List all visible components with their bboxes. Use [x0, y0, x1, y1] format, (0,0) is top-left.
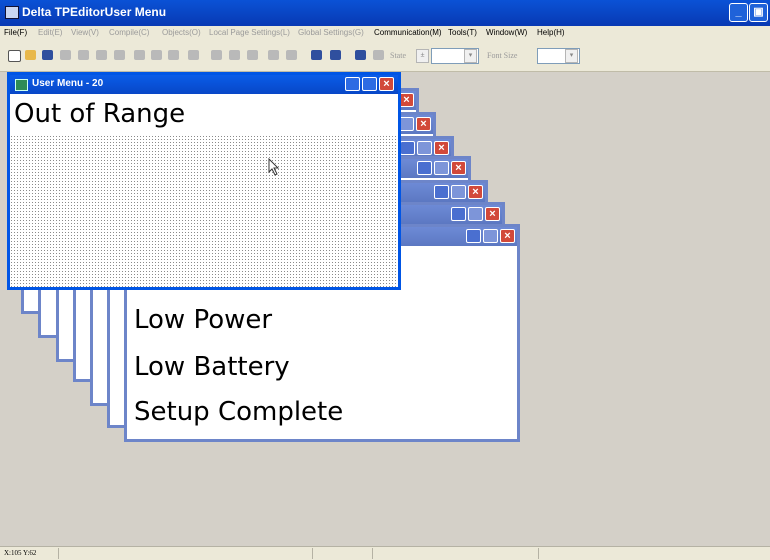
cursor-coordinates: X:105 Y:62	[4, 549, 37, 557]
align-left-icon[interactable]	[268, 50, 279, 60]
user-menu-20-window[interactable]: User Menu - 20 × Out of Range	[7, 72, 401, 290]
menu-help[interactable]: Help(H)	[537, 28, 565, 37]
close-icon[interactable]: ×	[434, 141, 449, 155]
state-dropdown-icon[interactable]: ▾	[464, 49, 477, 63]
maximize-icon[interactable]	[399, 117, 414, 131]
close-icon[interactable]: ×	[379, 77, 394, 91]
lcd-text: Out of Range	[14, 99, 186, 129]
maximize-icon[interactable]	[483, 229, 498, 243]
copy-icon[interactable]	[151, 50, 162, 60]
app-titlebar: Delta TPEditorUser Menu _ ▣	[0, 0, 770, 26]
close-icon[interactable]: ×	[399, 93, 414, 107]
minimize-icon[interactable]	[434, 185, 449, 199]
state-label: State	[390, 51, 406, 60]
menu-objects[interactable]: Objects(O)	[162, 28, 201, 37]
new-file-icon[interactable]	[8, 50, 21, 62]
align-right-icon[interactable]	[286, 50, 297, 60]
app-title: Delta TPEditorUser Menu	[22, 5, 167, 19]
disc-icon[interactable]	[96, 50, 107, 60]
menu-edit[interactable]: Edit(E)	[38, 28, 62, 37]
menu-global-settings[interactable]: Global Settings(G)	[298, 28, 364, 37]
menubar: File(F) Edit(E) View(V) Compile(C) Objec…	[0, 26, 770, 41]
minimize-icon[interactable]	[451, 207, 466, 221]
zoom-out-icon[interactable]	[330, 50, 341, 60]
forward-icon[interactable]	[373, 50, 384, 60]
minimize-icon[interactable]	[417, 161, 432, 175]
grid-icon[interactable]	[247, 50, 258, 60]
page-icon[interactable]	[211, 50, 222, 60]
lcd-canvas[interactable]	[10, 135, 398, 287]
font-size-label: Font Size	[487, 51, 518, 60]
state-spinner[interactable]: ±	[416, 49, 429, 63]
maximize-icon[interactable]	[468, 207, 483, 221]
maximize-icon[interactable]: ▣	[749, 3, 768, 22]
menu-window[interactable]: Window(W)	[486, 28, 527, 37]
app-icon	[5, 6, 19, 19]
status-cell	[538, 548, 770, 559]
close-icon[interactable]: ×	[451, 161, 466, 175]
status-cell	[58, 548, 313, 559]
paste-icon[interactable]	[168, 50, 179, 60]
print-icon[interactable]	[60, 50, 71, 60]
menu-file[interactable]: File(F)	[4, 28, 27, 37]
close-icon[interactable]: ×	[485, 207, 500, 221]
window-title: User Menu - 20	[32, 78, 104, 89]
status-cell	[372, 548, 539, 559]
open-folder-icon[interactable]	[25, 50, 36, 60]
cut-icon[interactable]	[134, 50, 145, 60]
save-icon[interactable]	[42, 50, 53, 60]
menu-local-page-settings[interactable]: Local Page Settings(L)	[209, 28, 290, 37]
status-bar: X:105 Y:62	[0, 546, 770, 560]
toolbar: State ± ▾ Font Size ▾	[0, 41, 770, 72]
disk-icon[interactable]	[78, 50, 89, 60]
close-icon[interactable]: ×	[416, 117, 431, 131]
window-icon	[15, 79, 28, 91]
menu-view[interactable]: View(V)	[71, 28, 99, 37]
minimize-icon[interactable]	[400, 141, 415, 155]
menu-compile[interactable]: Compile(C)	[109, 28, 149, 37]
minimize-icon[interactable]: _	[729, 3, 748, 22]
minimize-icon[interactable]	[345, 77, 360, 91]
menu-communication[interactable]: Communication(M)	[374, 28, 442, 37]
menu-tools[interactable]: Tools(T)	[448, 28, 477, 37]
eraser-icon[interactable]	[114, 50, 125, 60]
close-icon[interactable]: ×	[500, 229, 515, 243]
lcd-line-2: Low Battery	[134, 352, 290, 382]
maximize-icon[interactable]	[434, 161, 449, 175]
lcd-line-1: Low Power	[134, 305, 273, 335]
window-titlebar[interactable]: User Menu - 20	[10, 75, 398, 94]
mouse-cursor-icon	[268, 158, 280, 176]
lcd-line-3: Setup Complete	[134, 397, 344, 427]
minimize-icon[interactable]	[466, 229, 481, 243]
maximize-icon[interactable]	[362, 77, 377, 91]
page-copy-icon[interactable]	[229, 50, 240, 60]
zoom-in-icon[interactable]	[311, 50, 322, 60]
close-icon[interactable]: ×	[468, 185, 483, 199]
font-size-dropdown-icon[interactable]: ▾	[565, 49, 578, 63]
transfer-icon[interactable]	[355, 50, 366, 60]
status-cell	[312, 548, 373, 559]
maximize-icon[interactable]	[417, 141, 432, 155]
undo-icon[interactable]	[188, 50, 199, 60]
maximize-icon[interactable]	[451, 185, 466, 199]
